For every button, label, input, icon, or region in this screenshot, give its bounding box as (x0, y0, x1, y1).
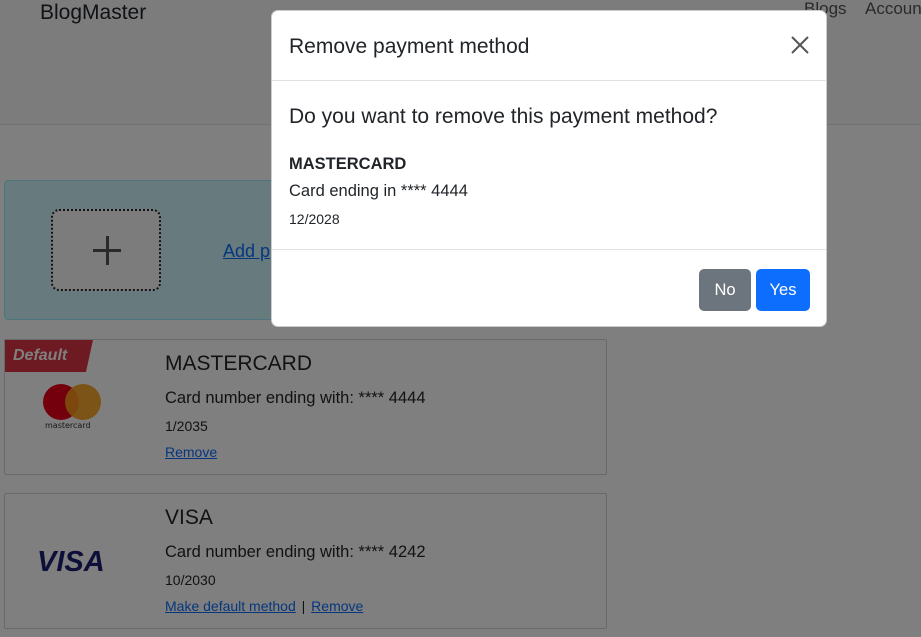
modal-card-number: Card ending in **** 4444 (289, 182, 468, 200)
modal-header: Remove payment method (272, 11, 826, 81)
modal-body: Do you want to remove this payment metho… (289, 81, 809, 249)
remove-payment-modal: Remove payment method Do you want to rem… (271, 10, 827, 327)
modal-card-brand: MASTERCARD (289, 155, 407, 173)
modal-title: Remove payment method (289, 35, 530, 58)
yes-button[interactable]: Yes (756, 269, 810, 311)
no-button[interactable]: No (699, 269, 751, 311)
modal-card-expiry: 12/2028 (289, 211, 340, 227)
modal-question: Do you want to remove this payment metho… (289, 105, 718, 128)
modal-footer: No Yes (272, 249, 826, 327)
close-button[interactable] (788, 33, 812, 57)
close-icon (791, 36, 809, 54)
